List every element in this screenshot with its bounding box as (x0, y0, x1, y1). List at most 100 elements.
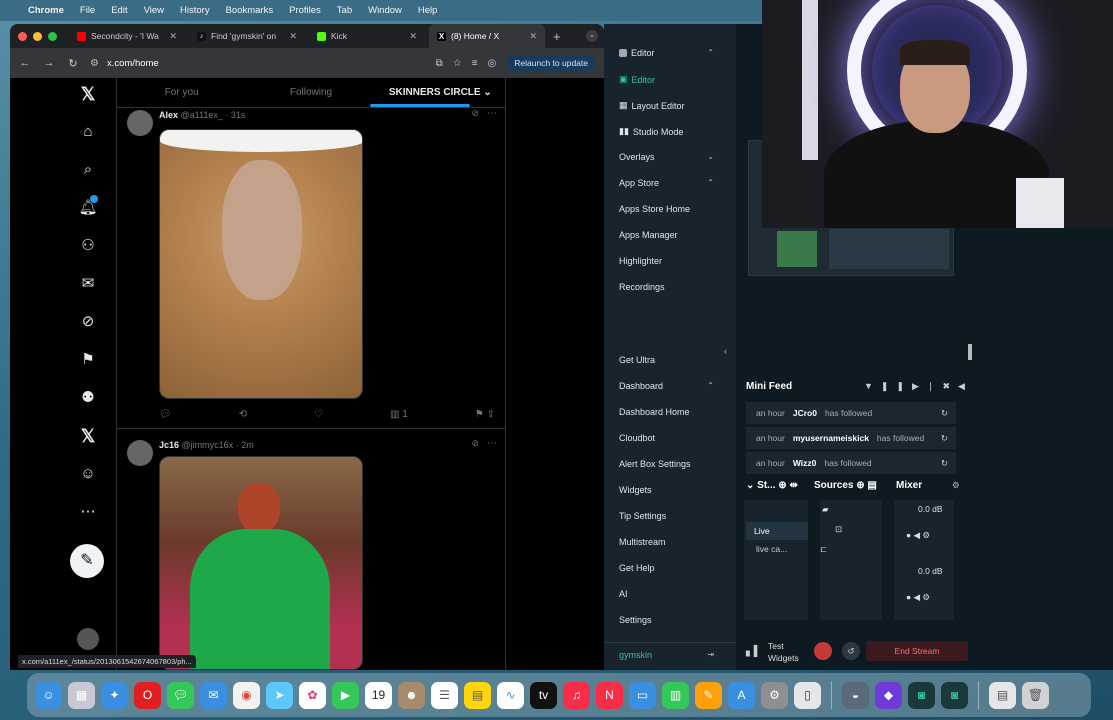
end-stream-button[interactable]: End Stream (866, 641, 968, 661)
repeat-alert-icon[interactable]: ↻ (941, 408, 948, 419)
close-tab-icon[interactable]: ✕ (169, 31, 177, 42)
menu-chrome[interactable]: Chrome (28, 5, 64, 16)
chevron-up-icon[interactable]: ⌃ (707, 178, 714, 187)
address-bar[interactable]: ⚙ x.com/home (90, 58, 426, 69)
streamlabs-icon[interactable]: ◙ (908, 681, 935, 709)
media-controls-icon[interactable]: ≡ (472, 58, 478, 69)
record-button[interactable] (814, 642, 832, 660)
close-tab-icon[interactable]: ✕ (289, 31, 297, 42)
resize-handle[interactable] (968, 344, 972, 360)
downloads-icon[interactable]: ▤ (989, 681, 1016, 709)
source-icon[interactable]: ⊏ (820, 544, 827, 555)
replay-buffer-icon[interactable]: ↺ (842, 642, 860, 660)
relaunch-button[interactable]: Relaunch to update (506, 55, 596, 71)
menu-editor[interactable]: ▣ Editor (619, 74, 655, 85)
minimize-window-button[interactable] (33, 31, 42, 41)
tab-search-button[interactable]: ⌄ (586, 30, 598, 42)
more-icon[interactable]: ⋯ (487, 438, 497, 449)
chevron-down-icon[interactable]: ⌄ (707, 152, 714, 161)
grok-icon[interactable]: ⊘ (78, 312, 98, 332)
post-media[interactable] (159, 129, 363, 399)
menu-profiles[interactable]: Profiles (289, 5, 321, 16)
scene-transition-icon[interactable]: ⇹ (789, 480, 797, 491)
menu-highlighter[interactable]: Highlighter (619, 256, 662, 266)
settings-icon[interactable]: ⚙ (761, 681, 788, 709)
appstore-icon[interactable]: A (728, 681, 755, 709)
zoom-window-button[interactable] (48, 31, 57, 41)
account-gymskin[interactable]: gymskin (619, 650, 652, 660)
facetime-icon[interactable]: ▶ (332, 681, 359, 709)
source-folder-icon[interactable]: ▤ (867, 480, 876, 491)
menu-overlays[interactable]: Overlays (619, 152, 655, 162)
numbers-icon[interactable]: ▥ (662, 681, 689, 709)
lock-icon[interactable]: ⊡ (835, 524, 842, 535)
close-tab-icon[interactable]: ✕ (409, 31, 417, 42)
post[interactable]: Jc16 @jimmyc16x · 2m ⊘ ⋯ (117, 438, 507, 670)
menu-get-ultra[interactable]: Get Ultra (619, 355, 655, 365)
forward-icon[interactable]: → (42, 57, 56, 69)
back-icon[interactable]: ← (18, 57, 32, 69)
music-icon[interactable]: ♫ (563, 681, 590, 709)
menu-layout-editor[interactable]: ▦ Layout Editor (619, 100, 685, 111)
logout-icon[interactable]: ⇥ (707, 650, 714, 659)
menu-bookmarks[interactable]: Bookmarks (226, 5, 274, 16)
close-tab-icon[interactable]: ✕ (529, 31, 537, 42)
menu-history[interactable]: History (180, 5, 210, 16)
add-scene-icon[interactable]: ⊕ (778, 480, 786, 491)
install-app-icon[interactable]: ⧉ (436, 58, 443, 69)
bookmarks-icon[interactable]: ⚑ (78, 350, 98, 370)
scene-item[interactable]: Live (746, 522, 808, 540)
profile-icon[interactable]: ☺ (78, 464, 98, 484)
repost-icon[interactable]: ⟲ (239, 409, 247, 420)
grok-icon[interactable]: ⊘ (471, 108, 479, 119)
communities-icon[interactable]: ⚉ (78, 388, 98, 408)
chrome-icon[interactable]: ◉ (233, 681, 260, 709)
menu-settings[interactable]: Settings (619, 615, 652, 625)
messages-icon[interactable]: 💬︎ (167, 681, 194, 709)
menu-recordings[interactable]: Recordings (619, 282, 665, 292)
chevron-up-icon[interactable]: ⌃ (707, 381, 714, 390)
reminders-icon[interactable]: ☰ (431, 681, 458, 709)
skip-icon[interactable]: ▶❘ (912, 381, 942, 391)
obsidian-icon[interactable]: ◆ (875, 681, 902, 709)
menu-view[interactable]: View (144, 5, 164, 16)
menu-widgets[interactable]: Widgets (619, 485, 652, 495)
url-text[interactable]: x.com/home (107, 58, 159, 69)
mail-icon[interactable]: ✉ (200, 681, 227, 709)
menu-get-help[interactable]: Get Help (619, 563, 655, 573)
x-logo-icon[interactable]: 𝕏 (78, 84, 98, 104)
menu-tip-settings[interactable]: Tip Settings (619, 511, 666, 521)
tab-kick[interactable]: Kick ✕ (309, 24, 425, 48)
trash-icon[interactable]: 🗑︎ (1022, 681, 1049, 709)
opera-icon[interactable]: O (134, 681, 161, 709)
pause-icon[interactable]: ❚❚ (881, 381, 912, 391)
contacts-icon[interactable]: ☻ (398, 681, 425, 709)
menu-help[interactable]: Help (418, 5, 438, 16)
menu-apps-store-home[interactable]: Apps Store Home (619, 204, 690, 214)
menu-studio-mode[interactable]: ▮▮ Studio Mode (619, 126, 683, 137)
keynote-icon[interactable]: ▭ (629, 681, 656, 709)
post-button[interactable]: ✎ (70, 544, 104, 578)
iphone-mirroring-icon[interactable]: ▯ (794, 681, 821, 709)
tab-find-gymskin[interactable]: ♪ Find 'gymskin' on ✕ (189, 24, 305, 48)
search-icon[interactable]: ⌕ (78, 160, 98, 180)
menu-app-store[interactable]: App Store (619, 178, 659, 188)
tab-for-you[interactable]: For you (117, 87, 246, 98)
drive-icon[interactable]: ◒ (842, 681, 869, 709)
test-widgets-button[interactable]: Test Widgets (768, 640, 808, 664)
mute-icon[interactable]: ● ◀ ⚙ (906, 592, 930, 603)
menu-tab[interactable]: Tab (337, 5, 352, 16)
menu-ai[interactable]: AI (619, 589, 628, 599)
notifications-icon[interactable]: 🔔︎ (78, 195, 98, 218)
author-name[interactable]: Jc16 (159, 440, 179, 450)
author-handle[interactable]: @jimmyc16x · 2m (182, 440, 254, 450)
menu-window[interactable]: Window (368, 5, 402, 16)
home-icon[interactable]: ⌂ (78, 122, 98, 142)
menu-file[interactable]: File (80, 5, 95, 16)
post-media[interactable] (159, 456, 363, 670)
repeat-alert-icon[interactable]: ↻ (941, 458, 948, 469)
grok-icon[interactable]: ⊘ (471, 438, 479, 449)
tab-following[interactable]: Following (246, 87, 375, 98)
menu-apps-manager[interactable]: Apps Manager (619, 230, 678, 240)
mixer-settings-icon[interactable]: ⚙ (952, 480, 960, 491)
